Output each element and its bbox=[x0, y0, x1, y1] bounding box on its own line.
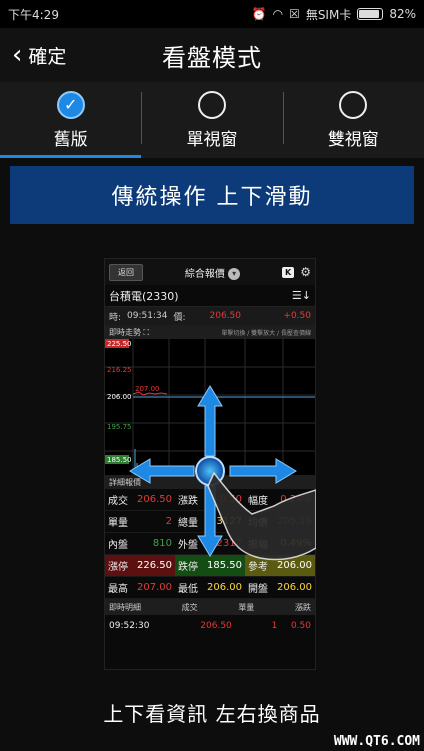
chevron-left-icon: ‹ bbox=[12, 40, 23, 70]
preview-screenshot: 返回 綜合報價 ▾ K ⚙ 台積電(2330) ☰↓ 時: 09:51:34 價… bbox=[104, 258, 316, 670]
detail-cell: 總量 3127 bbox=[175, 511, 245, 533]
y-label: 225.50 bbox=[107, 340, 132, 348]
detail-cell: 最高 207.00 bbox=[105, 577, 175, 599]
x-label: 12 bbox=[241, 466, 250, 474]
sim-icon: ☒ bbox=[289, 7, 300, 21]
tab-label: 單視窗 bbox=[186, 129, 238, 150]
detail-cell: 漲停 226.50 bbox=[105, 555, 175, 577]
tab-classic[interactable]: ✓ 舊版 bbox=[0, 82, 142, 158]
carrier-text: 無SIM卡 bbox=[305, 7, 352, 22]
y-label: 206.00 bbox=[107, 393, 132, 401]
detail-cell: 外盤 2317 bbox=[175, 533, 245, 555]
battery-icon bbox=[357, 8, 384, 20]
detail-cell: 內盤 810 bbox=[105, 533, 175, 555]
preview-quote-line: 時: 09:51:34 價: 206.50 +0.50 bbox=[105, 307, 315, 325]
alarm-icon: ⏰ bbox=[251, 7, 267, 21]
detail-cell: 成交 206.50 bbox=[105, 489, 175, 511]
x-label: 10 bbox=[167, 466, 176, 474]
app-header: ‹ 確定 看盤模式 bbox=[0, 28, 424, 82]
x-label: 13 bbox=[281, 466, 290, 474]
detail-cell: 振幅 0.49% bbox=[245, 533, 315, 555]
detail-cell: 單量 2 bbox=[105, 511, 175, 533]
confirm-back-button[interactable]: ‹ 確定 bbox=[12, 28, 66, 82]
k-chart-icon: K bbox=[282, 266, 295, 278]
detail-cell: 最低 206.00 bbox=[175, 577, 245, 599]
radio-unchecked-icon bbox=[339, 90, 368, 119]
detail-section-header: 詳細報價 bbox=[105, 475, 315, 489]
radio-unchecked-icon bbox=[197, 90, 226, 119]
radio-checked-icon: ✓ bbox=[56, 90, 85, 119]
y-label: 207.00 bbox=[135, 385, 160, 393]
detail-cell: 漲跌 +0.50 bbox=[175, 489, 245, 511]
detail-cell: 參考 206.00 bbox=[245, 555, 315, 577]
preview-topbar: 返回 綜合報價 ▾ K ⚙ bbox=[105, 259, 315, 285]
sort-icon: ☰↓ bbox=[291, 289, 311, 302]
y-label: 195.75 bbox=[107, 423, 132, 431]
status-bar: 下午4:29 ⏰ ◠ ☒ 無SIM卡 82% bbox=[0, 0, 424, 28]
tick-row: 09:52:30 206.50 1 0.50 bbox=[109, 621, 311, 631]
x-label: 09 bbox=[135, 466, 144, 474]
tab-label: 舊版 bbox=[53, 129, 88, 150]
wifi-icon: ◠ bbox=[272, 7, 284, 21]
chart-grid bbox=[105, 339, 315, 475]
status-icons: ⏰ ◠ ☒ 無SIM卡 82% bbox=[252, 6, 416, 23]
watermark: WWW.QT6.COM bbox=[333, 734, 420, 749]
mode-banner: 傳統操作 上下滑動 bbox=[10, 166, 414, 224]
detail-cell: 跌停 185.50 bbox=[175, 555, 245, 577]
preview-back-button: 返回 bbox=[109, 263, 143, 281]
intraday-chart: 225.50 216.25 207.00 206.00 195.75 185.5… bbox=[105, 339, 315, 475]
tab-single-window[interactable]: 單視窗 bbox=[141, 82, 282, 158]
detail-cell: 幅度 0.24% bbox=[245, 489, 315, 511]
y-label: 216.25 bbox=[107, 366, 132, 374]
detail-cell: 開盤 206.00 bbox=[245, 577, 315, 599]
mode-tabs: ✓ 舊版 單視窗 雙視窗 bbox=[0, 82, 424, 158]
tab-label: 雙視窗 bbox=[327, 129, 379, 150]
detail-cell: 均價 205.16 bbox=[245, 511, 315, 533]
gear-icon: ⚙ bbox=[300, 265, 311, 279]
content-area: 傳統操作 上下滑動 返回 綜合報價 ▾ K ⚙ 台積電(2330) ☰↓ 時: … bbox=[0, 158, 424, 751]
dropdown-icon: ▾ bbox=[228, 267, 241, 280]
confirm-label: 確定 bbox=[28, 45, 67, 68]
preview-stock-name: 台積電(2330) ☰↓ bbox=[105, 285, 315, 307]
battery-level: 82% bbox=[389, 7, 416, 21]
tab-dual-window[interactable]: 雙視窗 bbox=[282, 82, 424, 158]
ticks-header: 即時明細 成交 單量 漲跌 bbox=[105, 599, 315, 615]
preview-title: 綜合報價 ▾ bbox=[149, 265, 276, 280]
gesture-caption: 上下看資訊 左右換商品 bbox=[103, 702, 321, 726]
status-time: 下午4:29 bbox=[8, 7, 59, 22]
chart-section-header: 即時走勢 ⛶ 單擊切換 / 雙擊放大 / 長壓查價線 bbox=[105, 325, 315, 339]
y-label: 185.50 bbox=[107, 456, 132, 464]
expand-icon: ⛶ bbox=[143, 327, 150, 337]
detail-grid: 成交 206.50 漲跌 +0.50 幅度 0.24% 單量 2 總量 3127 均價 20… bbox=[105, 489, 315, 599]
